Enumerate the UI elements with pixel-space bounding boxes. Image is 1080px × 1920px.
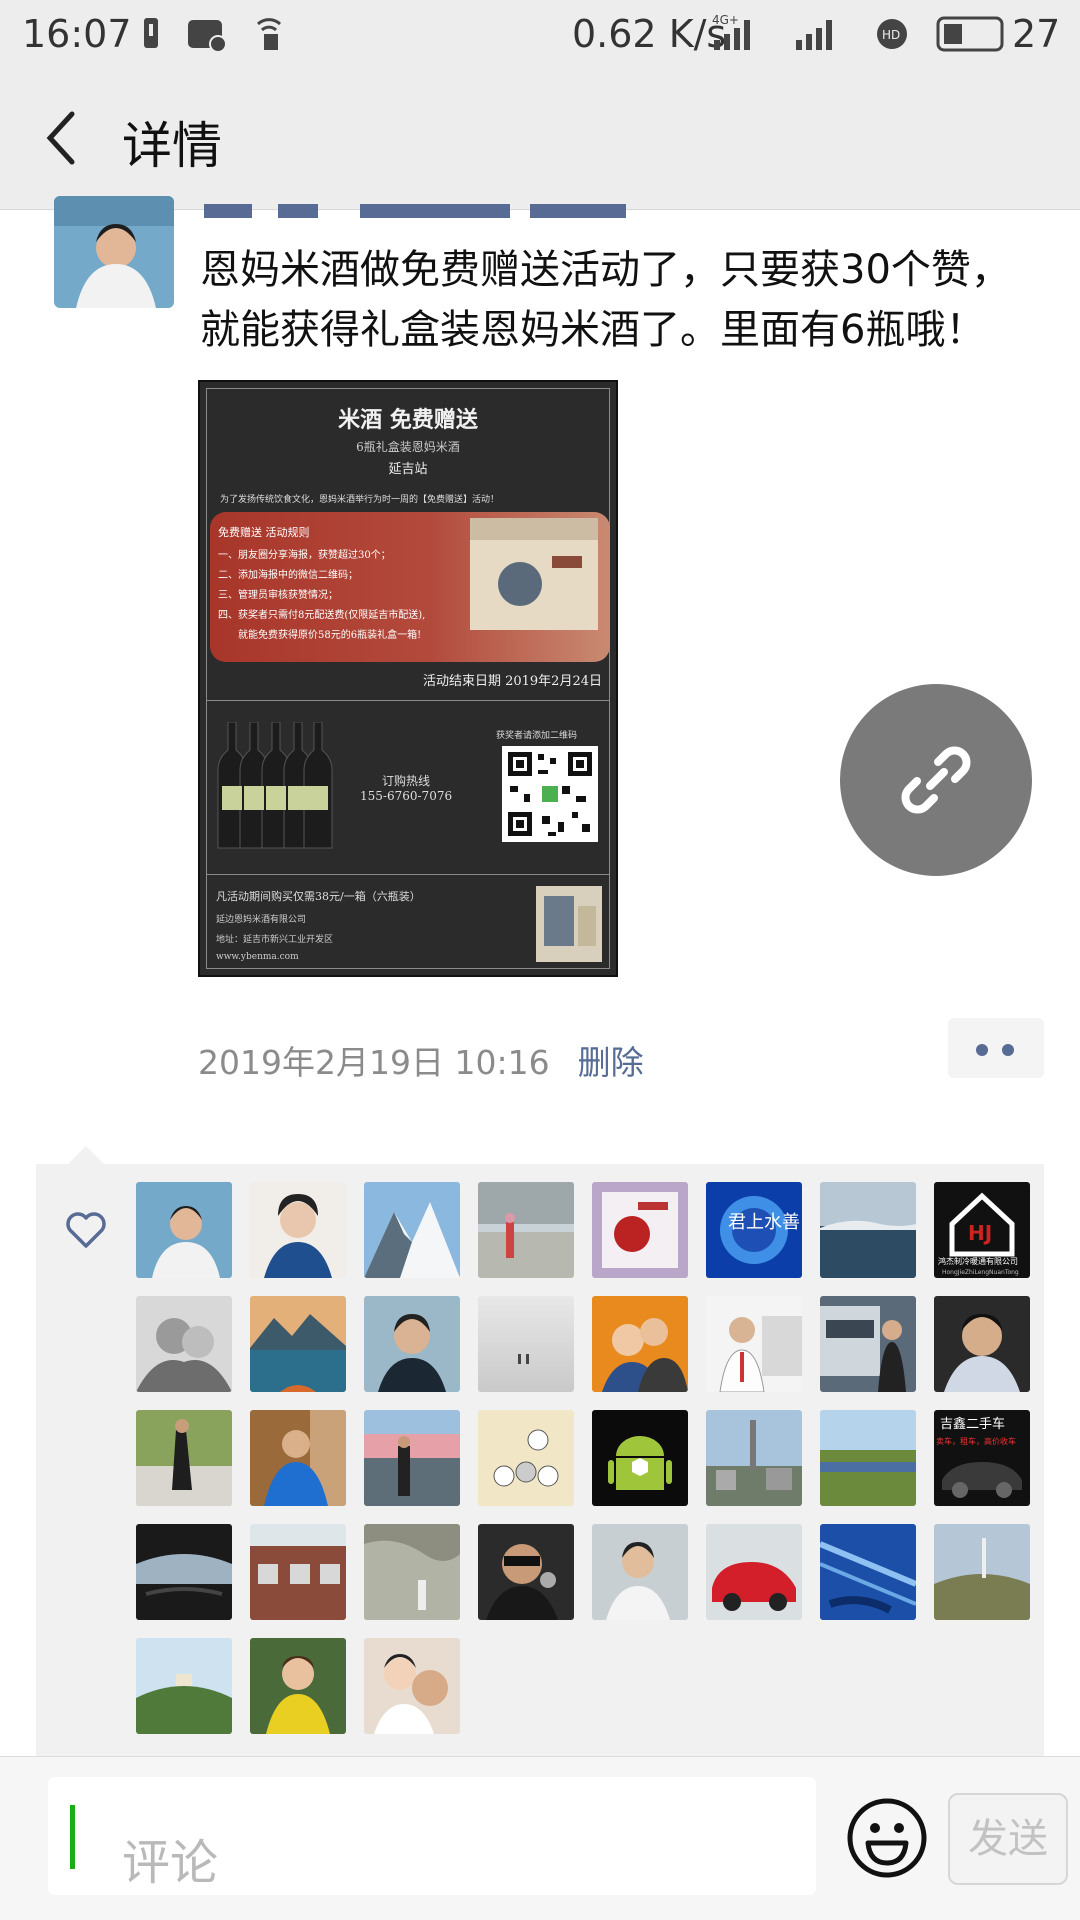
poster-hotline-number: 155-6760-7076 [360, 789, 453, 803]
poster-divider [206, 874, 610, 875]
liker-avatar[interactable] [250, 1182, 346, 1278]
liker-avatar[interactable] [250, 1638, 346, 1734]
more-dot [976, 1044, 988, 1056]
car-dealer-name: 吉鑫二手车 [940, 1416, 1005, 1432]
post-meta: 2019年2月19日 10:16 删除 [198, 1036, 644, 1084]
poster-qr-label: 获奖者请添加二维码 [496, 731, 578, 741]
post-text-line: 恩妈米酒做免费赠送活动了，只要获30个赞， [200, 247, 1011, 293]
liker-avatar[interactable] [364, 1296, 460, 1392]
liker-avatar[interactable] [478, 1182, 574, 1278]
liker-avatar[interactable] [478, 1296, 574, 1392]
poster-hotline: 订购热线 155-6760-7076 [360, 772, 452, 803]
company-name: 鸿杰制冷暖通有限公司 [938, 1256, 1018, 1266]
poster-intro: 为了发扬传统饮食文化，恩妈米酒举行为时一周的【免费赠送】活动！ [220, 495, 500, 505]
liker-avatar[interactable] [592, 1296, 688, 1392]
status-bar: 16:07 0.62 K/s 4G+ HD 27 [0, 0, 1080, 70]
liker-avatar[interactable] [706, 1296, 802, 1392]
liker-avatar[interactable] [364, 1410, 460, 1506]
likes-panel: 君上水善 HJ 鸿杰制冷暖通有限公司 HongJieZhiLengNuanTong … [36, 1146, 1044, 1756]
liker-avatar[interactable] [820, 1410, 916, 1506]
text-caret [70, 1805, 75, 1869]
poster-address: 地址：延吉市新兴工业开发区 [216, 935, 334, 945]
poster-divider [206, 700, 610, 701]
poster-website: www.ybenma.com [216, 952, 299, 962]
liker-avatar[interactable] [136, 1524, 232, 1620]
page-title: 详情 [122, 117, 222, 175]
delete-link[interactable]: 删除 [578, 1043, 644, 1082]
liker-avatar[interactable] [364, 1524, 460, 1620]
status-time: 16:07 [22, 12, 132, 56]
calligraphy-text: 君上水善 [728, 1212, 800, 1233]
status-icons-left [144, 18, 282, 53]
company-pinyin: HongJieZhiLengNuanTong [942, 1269, 1019, 1276]
liker-avatar[interactable]: HJ 鸿杰制冷暖通有限公司 HongJieZhiLengNuanTong [934, 1182, 1030, 1278]
liker-avatar[interactable] [934, 1296, 1030, 1392]
bottles-image [217, 722, 333, 849]
liker-avatar[interactable] [820, 1182, 916, 1278]
liker-avatar[interactable] [706, 1410, 802, 1506]
poster-station: 延吉站 [388, 462, 428, 477]
heart-icon [66, 1212, 106, 1248]
liker-avatar[interactable]: 君上水善 [706, 1182, 802, 1278]
post-image-poster[interactable]: 米酒 免费赠送 6瓶礼盒装恩妈米酒 延吉站 为了发扬传统饮食文化，恩妈米酒举行为… [198, 380, 618, 977]
poster-title: 米酒 免费赠送 [338, 407, 478, 433]
svg-text:HD: HD [882, 28, 900, 42]
liker-avatar[interactable] [592, 1182, 688, 1278]
liker-avatar[interactable] [250, 1296, 346, 1392]
gift-box-small-image [536, 886, 602, 962]
liker-avatar[interactable] [592, 1410, 688, 1506]
poster-subtitle: 6瓶礼盒装恩妈米酒 [356, 440, 460, 454]
poster-end-date: 活动结束日期 2019年2月24日 [422, 674, 602, 689]
liker-avatar[interactable] [592, 1524, 688, 1620]
liker-avatar[interactable] [136, 1410, 232, 1506]
send-button[interactable]: 发送 [948, 1793, 1068, 1885]
liker-avatar[interactable] [250, 1410, 346, 1506]
liker-avatar[interactable] [136, 1638, 232, 1734]
liker-avatar[interactable] [820, 1524, 916, 1620]
liker-avatar[interactable] [706, 1524, 802, 1620]
author-name-partial[interactable] [200, 170, 640, 222]
qr-code-image [502, 746, 598, 842]
likes-panel-arrow [68, 1146, 104, 1164]
poster-rule: 四、获奖者只需付8元配送费(仅限延吉市配送), [218, 610, 426, 621]
poster-offer: 凡活动期间购买仅需38元/一箱（六瓶装） [216, 890, 421, 903]
poster-company: 延边恩妈米酒有限公司 [216, 915, 307, 925]
network-type: 4G+ [712, 13, 739, 27]
poster-rule: 就能免费获得原价58元的6瓶装礼盒一箱! [218, 630, 422, 641]
poster-hotline-label: 订购热线 [382, 774, 431, 788]
poster-rule: 三、管理员审核获赞情况； [218, 590, 338, 601]
poster-rule: 一、朋友圈分享海报，获赞超过30个； [218, 550, 391, 561]
liker-avatar[interactable] [136, 1182, 232, 1278]
link-button[interactable] [840, 684, 1032, 876]
poster-rules-title: 免费赠送 活动规则 [218, 526, 310, 539]
liker-avatar[interactable] [136, 1296, 232, 1392]
car-dealer-tag: 卖车，租车，高价收车 [936, 1436, 1016, 1446]
liker-avatar[interactable] [478, 1524, 574, 1620]
liker-avatar[interactable] [364, 1182, 460, 1278]
net-speed: 0.62 K/s [572, 12, 727, 56]
comment-bar: 评论 发送 [0, 1756, 1080, 1920]
liker-avatar[interactable] [364, 1638, 460, 1734]
gift-box-image [470, 518, 598, 630]
post-text: 恩妈米酒做免费赠送活动了，只要获30个赞， 就能获得礼盒装恩妈米酒了。里面有6瓶… [200, 240, 1050, 360]
more-actions-button[interactable] [948, 1018, 1044, 1078]
svg-text:HJ: HJ [968, 1221, 992, 1245]
poster-rule: 二、添加海报中的微信二维码； [218, 570, 358, 581]
chevron-left-icon[interactable] [38, 108, 88, 168]
author-avatar[interactable] [54, 196, 174, 308]
post-text-line: 就能获得礼盒装恩妈米酒了。里面有6瓶哦！ [200, 307, 986, 353]
liker-avatar[interactable] [820, 1296, 916, 1392]
status-icons-right: 4G+ HD [712, 13, 1004, 52]
liker-avatar[interactable] [478, 1410, 574, 1506]
smiley-icon[interactable] [846, 1797, 928, 1879]
post-timestamp: 2019年2月19日 10:16 [198, 1043, 550, 1082]
comment-placeholder: 评论 [122, 1835, 219, 1891]
more-dot [1002, 1044, 1014, 1056]
liker-avatar[interactable]: 吉鑫二手车卖车，租车，高价收车 [934, 1410, 1030, 1506]
link-icon [901, 746, 971, 814]
battery-level: 27 [1012, 12, 1061, 56]
liker-avatar[interactable] [250, 1524, 346, 1620]
liker-avatar[interactable] [934, 1524, 1030, 1620]
comment-input[interactable]: 评论 [48, 1777, 816, 1895]
